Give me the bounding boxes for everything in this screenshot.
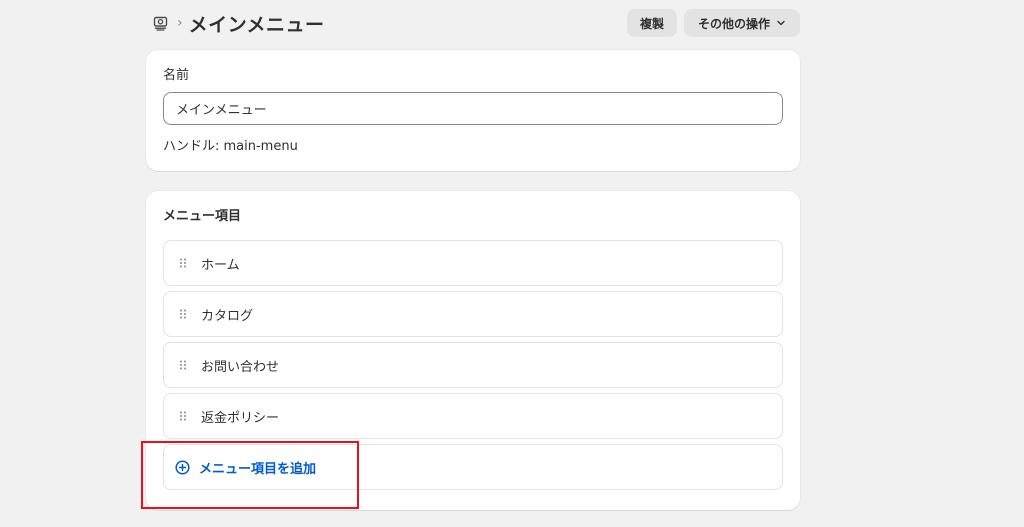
menu-item[interactable]: お問い合わせ [163, 342, 783, 388]
name-label: 名前 [163, 68, 190, 83]
duplicate-button[interactable]: 複製 [627, 9, 677, 37]
chevron-down-icon [777, 20, 785, 26]
navigation-icon[interactable] [152, 15, 168, 31]
more-actions-button[interactable]: その他の操作 [684, 9, 800, 37]
drag-handle-icon[interactable] [179, 360, 187, 370]
menu-item[interactable]: カタログ [163, 291, 783, 337]
plus-circle-icon [175, 459, 190, 475]
page-header: › メインメニュー 複製 その他の操作 [146, 9, 800, 37]
menu-item-label: ホーム [201, 257, 240, 273]
menu-items-title: メニュー項目 [163, 209, 242, 224]
drag-handle-icon[interactable] [179, 258, 187, 268]
menu-item-label: カタログ [201, 308, 254, 324]
page-title: メインメニュー [188, 13, 325, 36]
drag-handle-icon[interactable] [179, 411, 187, 421]
name-card: 名前 ハンドル: main-menu [146, 50, 800, 171]
add-menu-item-label: メニュー項目を追加 [199, 461, 317, 477]
menu-item-label: 返金ポリシー [201, 410, 280, 426]
breadcrumb-separator: › [177, 15, 183, 31]
add-menu-item-button[interactable]: メニュー項目を追加 [175, 458, 316, 477]
header-actions: 複製 その他の操作 [627, 9, 800, 37]
name-input[interactable] [163, 92, 783, 125]
add-menu-item-row: メニュー項目を追加 [163, 444, 783, 490]
drag-handle-icon[interactable] [179, 309, 187, 319]
more-actions-label: その他の操作 [697, 16, 770, 31]
menu-item[interactable]: 返金ポリシー [163, 393, 783, 439]
page: › メインメニュー 複製 その他の操作 名前 ハンドル: main-menu メ… [0, 0, 1024, 527]
menu-item-label: お問い合わせ [201, 359, 280, 375]
menu-item-list: ホーム カタログ お問い合わせ 返金ポリシー メニュー項目を追加 [163, 240, 783, 490]
menu-items-card: メニュー項目 ホーム カタログ お問い合わせ 返金ポリシー メニュー項目を追加 [146, 191, 800, 510]
handle-text: ハンドル: main-menu [163, 139, 298, 154]
menu-item[interactable]: ホーム [163, 240, 783, 286]
